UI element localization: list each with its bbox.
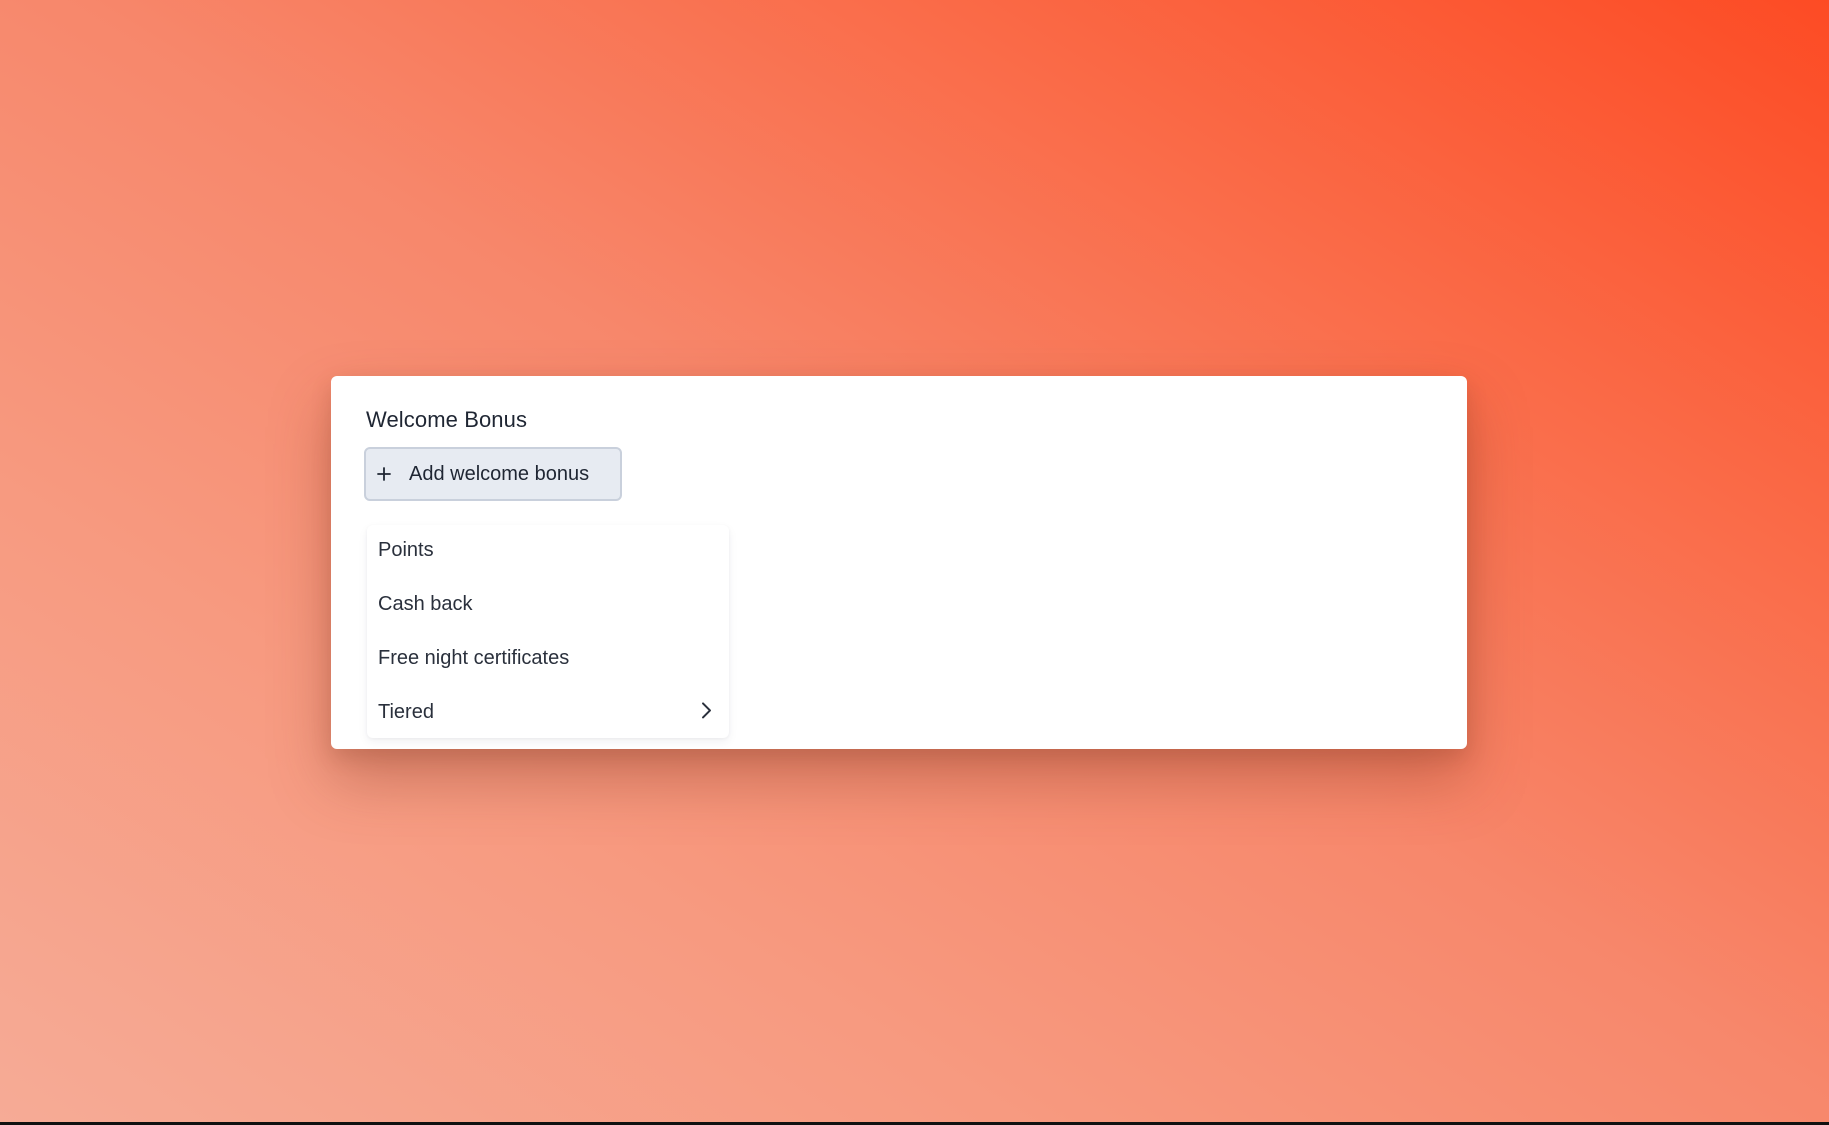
menu-item-label: Points <box>378 538 434 561</box>
menu-item-label: Free night certificates <box>378 646 570 669</box>
add-welcome-bonus-label: Add welcome bonus <box>409 462 590 485</box>
add-welcome-bonus-button[interactable]: Add welcome bonus <box>364 447 622 501</box>
chevron-right-icon <box>701 700 713 720</box>
card-title: Welcome Bonus <box>366 407 528 432</box>
menu-item-tiered[interactable]: Tiered <box>367 687 729 737</box>
menu-item-free-night-certificates[interactable]: Free night certificates <box>367 633 729 683</box>
plus-icon <box>375 465 393 483</box>
welcome-bonus-card: Welcome Bonus Add welcome bonus Points C… <box>331 376 1467 749</box>
menu-item-label: Tiered <box>378 700 434 723</box>
menu-item-label: Cash back <box>378 592 473 615</box>
menu-item-points[interactable]: Points <box>367 525 729 575</box>
menu-item-cash-back[interactable]: Cash back <box>367 579 729 629</box>
bonus-type-menu: Points Cash back Free night certificates… <box>367 525 729 738</box>
